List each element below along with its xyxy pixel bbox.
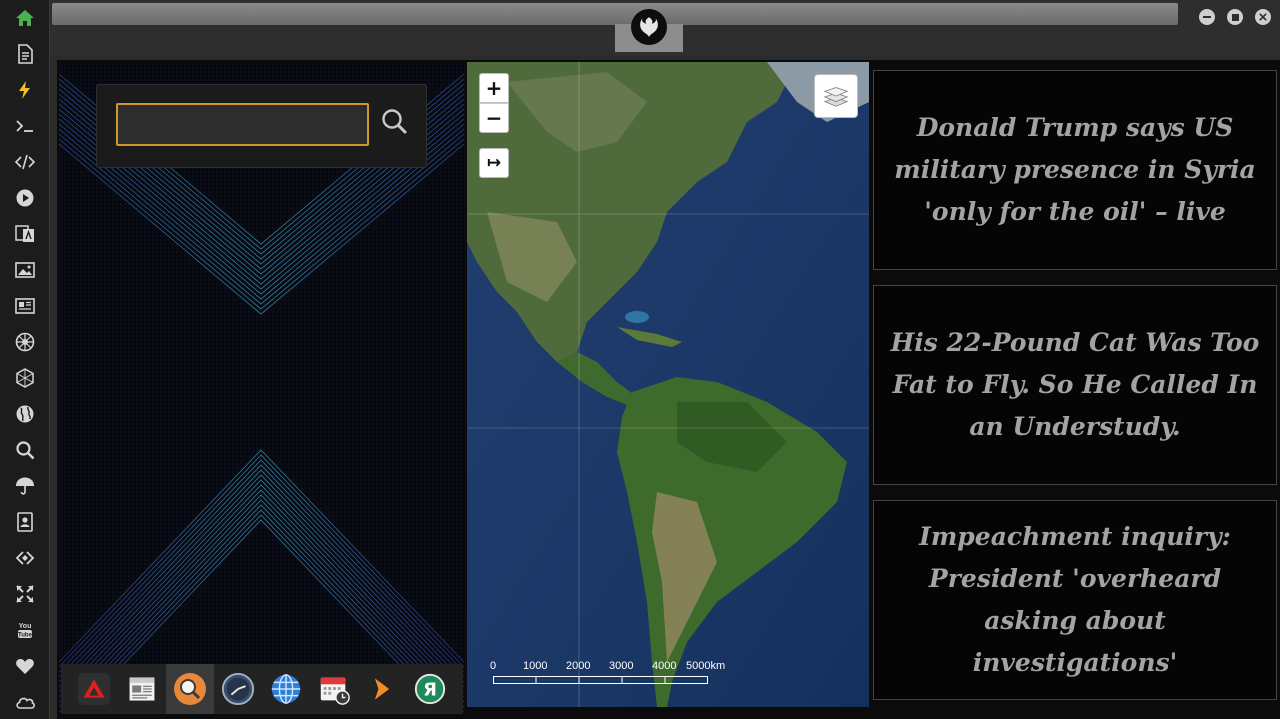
clock-app[interactable] (220, 671, 256, 707)
image-icon[interactable] (13, 258, 37, 282)
sidebar: You Tube (0, 0, 50, 719)
newspaper-icon (129, 677, 155, 701)
chevron-right-icon (374, 678, 390, 700)
svg-text:You: You (19, 623, 32, 630)
yandex-icon: Я (414, 673, 446, 705)
zoom-in-button[interactable]: + (479, 73, 509, 103)
scale-label: 5000km (686, 660, 726, 672)
heart-icon[interactable] (13, 654, 37, 678)
news-reader-app[interactable] (124, 671, 160, 707)
search-icon[interactable] (13, 438, 37, 462)
lightning-icon[interactable] (13, 78, 37, 102)
scale-label: 1000 (523, 660, 548, 672)
layers-button[interactable] (814, 74, 858, 118)
calendar-app[interactable] (316, 671, 352, 707)
clock-icon (221, 672, 255, 706)
browser-app[interactable] (268, 671, 304, 707)
zoom-out-button[interactable]: − (479, 103, 509, 133)
calendar-icon (320, 677, 350, 705)
globe-icon[interactable] (13, 402, 37, 426)
title-bar (50, 0, 1280, 56)
title-field (52, 3, 1178, 25)
terminal-icon[interactable] (13, 114, 37, 138)
news-card[interactable]: Impeachment inquiry: President 'overhear… (873, 500, 1277, 700)
scale-label: 3000 (609, 660, 634, 672)
youtube-icon[interactable]: You Tube (13, 618, 37, 642)
search-app[interactable] (166, 664, 214, 714)
search-input[interactable] (116, 103, 369, 146)
home-icon[interactable] (13, 6, 37, 30)
news-card[interactable]: Donald Trump says US military presence i… (873, 70, 1277, 270)
close-button[interactable] (1255, 9, 1271, 25)
hexagon-network-icon[interactable] (13, 366, 37, 390)
svg-text:Я: Я (423, 680, 437, 701)
news-headline: His 22-Pound Cat Was Too Fat to Fly. So … (890, 328, 1260, 441)
rebel-logo-icon[interactable] (631, 9, 667, 45)
layers-icon (823, 87, 849, 107)
translate-icon[interactable] (13, 222, 37, 246)
link-icon[interactable] (13, 546, 37, 570)
news-headline: Impeachment inquiry: President 'overhear… (919, 522, 1231, 677)
cloud-icon[interactable] (13, 690, 37, 714)
news-headline: Donald Trump says US military presence i… (894, 113, 1256, 226)
minimize-button[interactable] (1199, 9, 1215, 25)
satellite-map[interactable] (467, 62, 869, 707)
magnifier-icon (174, 673, 206, 705)
svg-text:Tube: Tube (18, 633, 33, 639)
search-box (96, 84, 427, 168)
document-icon[interactable] (13, 42, 37, 66)
news-card[interactable]: His 22-Pound Cat Was Too Fat to Fly. So … (873, 285, 1277, 485)
scale-label: 2000 (566, 660, 591, 672)
scale-label: 0 (490, 660, 497, 672)
scale-bar (493, 676, 708, 684)
launcher-app[interactable] (364, 671, 400, 707)
search-button[interactable] (380, 107, 410, 137)
rebel-alliance-icon[interactable] (13, 330, 37, 354)
fit-bounds-button[interactable]: ↦ (479, 148, 509, 178)
newspaper-icon[interactable] (13, 294, 37, 318)
map-view[interactable]: + − ↦ 0 1000 2000 3000 4000 5000km (467, 62, 869, 707)
code-icon[interactable] (13, 150, 37, 174)
expand-icon[interactable] (13, 582, 37, 606)
search-icon (382, 109, 408, 135)
contacts-icon[interactable] (13, 510, 37, 534)
scale-label: 4000 (652, 660, 677, 672)
app-dock: Я (61, 664, 463, 714)
maximize-button[interactable] (1227, 9, 1243, 25)
umbrella-icon[interactable] (13, 474, 37, 498)
play-icon[interactable] (13, 186, 37, 210)
red-triangle-icon (77, 672, 111, 706)
globe-icon (271, 674, 301, 704)
anydesk-app[interactable] (76, 671, 112, 707)
yandex-app[interactable]: Я (412, 671, 448, 707)
